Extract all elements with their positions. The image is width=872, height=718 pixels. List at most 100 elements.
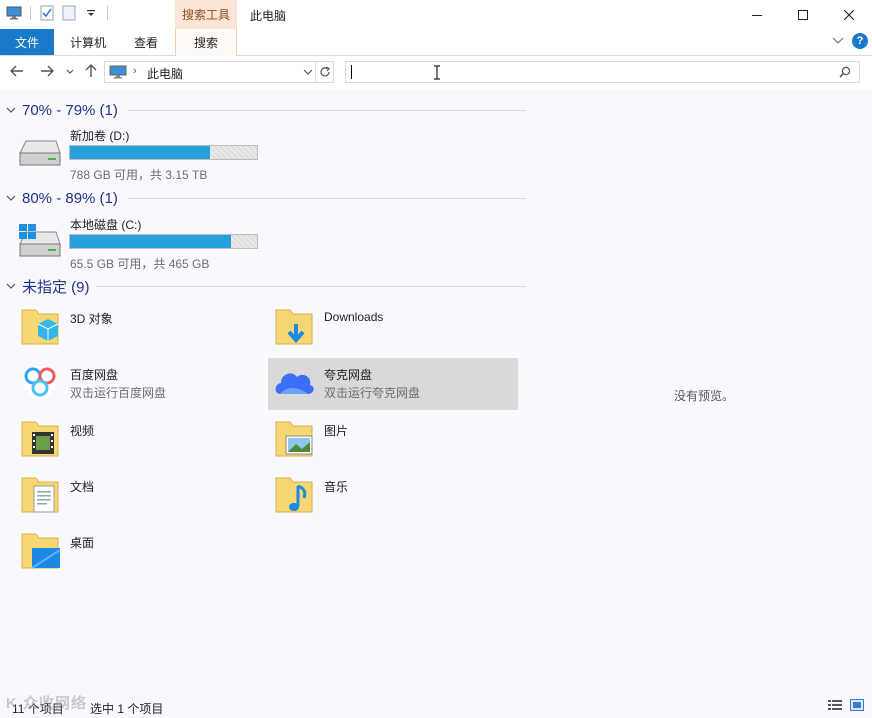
3d-objects-folder-icon [21, 309, 59, 345]
item-name: 桌面 [70, 536, 95, 550]
watermark-logo: K 众收网络 [6, 695, 88, 712]
drive-c[interactable]: 本地磁盘 (C:) 65.5 GB 可用，共 465 GB [18, 216, 268, 271]
search-tools-context-label: 搜索工具 [175, 0, 237, 29]
refresh-icon [320, 66, 330, 77]
quark-netdisk-cloud-icon [275, 373, 314, 394]
search-input[interactable] [345, 61, 860, 83]
details-view-icon[interactable] [828, 699, 842, 711]
videos-folder-icon [21, 421, 59, 457]
item-name: 图片 [324, 424, 349, 438]
drive-name: 新加卷 (D:) [70, 129, 130, 143]
downloads-folder-icon [275, 309, 313, 345]
group-header-label: 未指定 (9) [22, 278, 90, 296]
hard-drive-icon [19, 140, 61, 166]
file-list-pane[interactable]: 70% - 79% (1) 新加卷 (D:) 788 GB 可用，共 3.15 … [0, 90, 872, 694]
drive-usage-fill [70, 235, 231, 248]
group-header-unspecified[interactable]: 未指定 (9) [6, 276, 90, 296]
tab-file[interactable]: 文件 [0, 29, 54, 55]
close-icon [844, 9, 854, 20]
group-header-label: 70% - 79% (1) [22, 101, 118, 119]
help-button[interactable]: ? [852, 33, 868, 49]
app-baidu-netdisk[interactable]: 百度网盘 双击运行百度网盘 [14, 358, 264, 410]
folder-downloads[interactable]: Downloads [268, 302, 518, 354]
desktop-folder-icon [21, 533, 61, 569]
group-collapse-chevron-icon[interactable] [6, 195, 16, 202]
tab-view[interactable]: 查看 [120, 29, 172, 55]
minimize-button[interactable] [734, 0, 780, 29]
windows-drive-icon [19, 224, 61, 257]
minimize-icon [752, 14, 762, 16]
refresh-button[interactable] [315, 62, 334, 82]
large-icons-view-icon[interactable] [850, 699, 864, 711]
group-collapse-chevron-icon[interactable] [6, 107, 16, 114]
item-name: Downloads [324, 310, 384, 324]
documents-folder-icon [21, 477, 59, 513]
toolbar-divider [107, 6, 108, 20]
breadcrumb-separator[interactable]: › [133, 65, 137, 77]
address-bar[interactable]: › 此电脑 [104, 61, 334, 83]
ribbon-right-controls: ? [832, 33, 868, 49]
close-button[interactable] [826, 0, 872, 29]
expand-ribbon-chevron-icon[interactable] [832, 37, 844, 45]
tab-search[interactable]: 搜索 [175, 29, 237, 56]
breadcrumb-this-pc[interactable]: 此电脑 [147, 65, 183, 82]
drive-usage-bar [69, 145, 258, 160]
item-description: 双击运行夸克网盘 [324, 386, 421, 400]
item-name: 百度网盘 [70, 368, 119, 382]
up-arrow-icon[interactable] [85, 64, 97, 78]
item-name: 音乐 [324, 480, 349, 494]
ribbon: 文件 计算机 查看 搜索 ? [0, 29, 872, 56]
music-folder-icon [275, 477, 313, 513]
group-header-label: 80% - 89% (1) [22, 189, 118, 207]
view-switcher [828, 699, 864, 711]
drive-space-info: 788 GB 可用，共 3.15 TB [70, 168, 208, 182]
selection-count: 选中 1 个项目 [90, 702, 164, 716]
toolbar-divider [30, 6, 31, 20]
new-folder-icon[interactable] [61, 5, 77, 21]
group-divider [128, 110, 526, 111]
tab-computer[interactable]: 计算机 [60, 29, 116, 55]
properties-icon[interactable] [39, 5, 55, 21]
drive-name: 本地磁盘 (C:) [70, 218, 142, 232]
recent-locations-chevron-icon[interactable] [66, 69, 74, 75]
group-header-70-79[interactable]: 70% - 79% (1) [6, 100, 118, 120]
window-title: 此电脑 [250, 9, 287, 23]
address-dropdown-chevron-icon[interactable] [303, 69, 313, 76]
item-name: 夸克网盘 [324, 368, 373, 382]
status-bar: 11 个项目 选中 1 个项目 [0, 694, 872, 718]
group-header-80-89[interactable]: 80% - 89% (1) [6, 188, 118, 208]
maximize-icon [798, 9, 808, 20]
folder-pictures[interactable]: 图片 [268, 414, 518, 466]
baidu-netdisk-icon [24, 366, 56, 398]
folder-documents[interactable]: 文档 [14, 470, 264, 522]
title-bar: 搜索工具 此电脑 [0, 0, 872, 29]
folder-videos[interactable]: 视频 [14, 414, 264, 466]
pictures-folder-icon [275, 421, 313, 457]
drive-space-info: 65.5 GB 可用，共 465 GB [70, 257, 210, 271]
folder-3d-objects[interactable]: 3D 对象 [14, 302, 264, 354]
preview-pane-message: 没有预览。 [674, 389, 735, 403]
folder-desktop[interactable]: 桌面 [14, 526, 264, 578]
app-quark-netdisk[interactable]: 夸克网盘 双击运行夸克网盘 [268, 358, 518, 410]
maximize-button[interactable] [780, 0, 826, 29]
quick-access-toolbar [6, 5, 110, 21]
group-divider [96, 286, 526, 287]
back-arrow-icon[interactable] [10, 65, 24, 77]
item-name: 文档 [70, 480, 95, 494]
customize-qat-icon[interactable] [83, 5, 99, 21]
drive-usage-fill [70, 146, 211, 159]
ibeam-cursor-icon [434, 65, 440, 80]
folder-music[interactable]: 音乐 [268, 470, 518, 522]
item-name: 3D 对象 [70, 312, 113, 326]
text-caret [351, 65, 352, 79]
this-pc-icon [109, 65, 127, 79]
item-name: 视频 [70, 424, 95, 438]
drive-d[interactable]: 新加卷 (D:) 788 GB 可用，共 3.15 TB [18, 127, 268, 182]
window-controls [734, 0, 872, 29]
computer-icon[interactable] [6, 5, 22, 21]
group-divider [128, 198, 526, 199]
group-collapse-chevron-icon[interactable] [6, 283, 16, 290]
item-description: 双击运行百度网盘 [70, 386, 167, 400]
forward-arrow-icon[interactable] [40, 65, 54, 77]
search-icon[interactable] [839, 66, 851, 78]
